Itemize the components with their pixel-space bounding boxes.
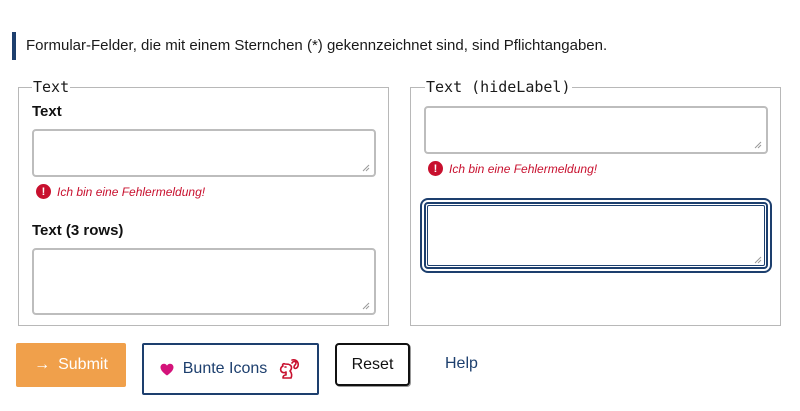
resize-grip-icon[interactable] xyxy=(362,302,370,310)
help-link[interactable]: Help xyxy=(445,355,478,373)
text-textarea[interactable] xyxy=(32,129,376,177)
text-3rows-textarea[interactable] xyxy=(32,248,376,315)
text-3rows-label: Text (3 rows) xyxy=(32,222,124,239)
submit-label: Submit xyxy=(58,356,108,373)
text-error-text: Ich bin eine Fehlermeldung! xyxy=(57,184,206,199)
hidelabel-textarea[interactable] xyxy=(424,106,768,154)
arrow-right-icon: → xyxy=(34,356,51,373)
error-icon: ! xyxy=(428,161,443,176)
text-fieldset-legend: Text xyxy=(33,78,70,96)
resize-grip-icon[interactable] xyxy=(754,256,762,264)
resize-grip-icon[interactable] xyxy=(754,141,762,149)
error-icon: ! xyxy=(36,184,51,199)
reset-button[interactable]: Reset xyxy=(335,343,410,386)
required-fields-notice: Formular-Felder, die mit einem Sternchen… xyxy=(12,32,782,60)
text-hidelabel-legend: Text (hideLabel) xyxy=(426,78,571,96)
hidelabel-error-message: ! Ich bin eine Fehlermeldung! xyxy=(428,161,597,176)
reset-label: Reset xyxy=(351,355,394,373)
heart-icon xyxy=(160,363,174,375)
text-error-message: ! Ich bin eine Fehlermeldung! xyxy=(36,184,205,199)
bunte-icons-label: Bunte Icons xyxy=(182,360,268,377)
submit-button[interactable]: → Submit xyxy=(16,343,126,387)
bunte-icons-button[interactable]: Bunte Icons xyxy=(142,343,319,395)
hidelabel-textarea-focused[interactable] xyxy=(424,202,768,269)
text-label: Text xyxy=(32,103,62,120)
hidelabel-error-text: Ich bin eine Fehlermeldung! xyxy=(449,161,598,176)
squirrel-icon xyxy=(280,359,300,379)
notice-text: Formular-Felder, die mit einem Sternchen… xyxy=(26,37,608,54)
resize-grip-icon[interactable] xyxy=(362,164,370,172)
